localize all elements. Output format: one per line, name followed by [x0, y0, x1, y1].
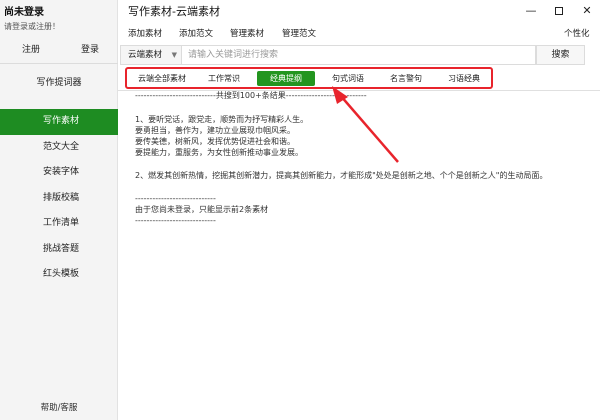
material-line: 要勇担当，善作为，建功立业展现巾帼风采。	[135, 126, 295, 135]
search-source-dropdown[interactable]: 云端素材 ▼	[120, 45, 182, 65]
sidebar-item-quiz[interactable]: 挑战答题	[0, 237, 118, 263]
sidebar: 尚未登录 请登录或注册！ 注册 登录 写作提词器 写作素材 范文大全 安装字体 …	[0, 0, 118, 420]
user-status: 尚未登录	[4, 7, 44, 18]
category-tabs: 云端全部素材 工作常识 经典提纲 句式词语 名言警句 习语经典	[125, 67, 493, 89]
sidebar-item-writing-prompter[interactable]: 写作提词器	[0, 72, 118, 94]
tab-sentence-phrases[interactable]: 句式词语	[321, 71, 375, 86]
material-line: 要传美德，树新风，发挥优势促进社会和谐。	[135, 137, 295, 146]
tab-xi-classics[interactable]: 习语经典	[437, 71, 491, 86]
sidebar-item-layout-proofread[interactable]: 排版校稿	[0, 186, 118, 212]
material-entry-1: 1、要听党话，跟党走，顺势而为抒写精彩人生。 要勇担当，善作为，建功立业展现巾帼…	[135, 114, 308, 158]
register-button[interactable]: 注册	[22, 42, 40, 55]
arrow-shaft	[339, 94, 399, 163]
notice-divider: ----------------------------	[135, 216, 216, 225]
tab-all-cloud-materials[interactable]: 云端全部素材	[131, 71, 193, 86]
sidebar-item-writing-materials[interactable]: 写作素材	[0, 109, 118, 135]
sidebar-item-sample-essays[interactable]: 范文大全	[0, 135, 118, 161]
notice-divider: ----------------------------	[135, 194, 216, 203]
search-bar: 云端素材 ▼ 搜索	[120, 45, 585, 65]
maximize-button[interactable]	[550, 2, 568, 20]
search-input[interactable]	[182, 45, 536, 65]
tab-work-knowledge[interactable]: 工作常识	[199, 71, 249, 86]
sidebar-nav: 写作素材 范文大全 安装字体 排版校稿 工作清单 挑战答题 红头模板	[0, 109, 118, 288]
maximize-icon	[555, 7, 563, 15]
sidebar-item-work-list[interactable]: 工作清单	[0, 211, 118, 237]
sidebar-divider	[0, 63, 118, 64]
search-source-label: 云端素材	[128, 50, 163, 60]
login-button[interactable]: 登录	[81, 42, 99, 55]
sidebar-item-install-fonts[interactable]: 安装字体	[0, 160, 118, 186]
menu-bar: 添加素材 添加范文 管理素材 管理范文 个性化	[118, 27, 600, 41]
menu-add-material[interactable]: 添加素材	[128, 27, 162, 39]
sidebar-item-red-header-template[interactable]: 红头模板	[0, 262, 118, 288]
material-line: 1、要听党话，跟党走，顺势而为抒写精彩人生。	[135, 115, 309, 124]
help-support-link[interactable]: 帮助/客服	[0, 401, 118, 413]
close-button[interactable]: ✕	[578, 2, 596, 20]
material-entry-2: 2、燃发其创新热情，挖掘其创新潜力，提高其创新能力，才能形成"处处是创新之地、个…	[135, 171, 548, 180]
minimize-button[interactable]: —	[522, 2, 540, 20]
search-button[interactable]: 搜索	[536, 45, 585, 65]
notice-text: 由于您尚未登录，只能显示前2条素材	[135, 205, 269, 214]
tab-famous-quotes[interactable]: 名言警句	[381, 71, 431, 86]
material-line: 要提能力，重服务，为女性创新推动事业发展。	[135, 148, 303, 157]
menu-manage-material[interactable]: 管理素材	[230, 27, 264, 39]
menu-add-essay[interactable]: 添加范文	[179, 27, 213, 39]
auth-row: 注册 登录	[0, 42, 118, 56]
result-count: ----------------------------共搜到100+条结果--…	[135, 91, 367, 100]
menu-manage-essay[interactable]: 管理范文	[282, 27, 316, 39]
login-notice: ---------------------------- 由于您尚未登录，只能显…	[135, 193, 268, 226]
window-controls: — ✕	[518, 0, 600, 22]
user-hint: 请登录或注册！	[4, 22, 60, 31]
tab-classic-outlines[interactable]: 经典提纲	[257, 71, 315, 86]
window-title: 写作素材-云端素材	[128, 5, 220, 18]
chevron-down-icon: ▼	[171, 51, 177, 59]
menu-personalize[interactable]: 个性化	[564, 27, 590, 39]
